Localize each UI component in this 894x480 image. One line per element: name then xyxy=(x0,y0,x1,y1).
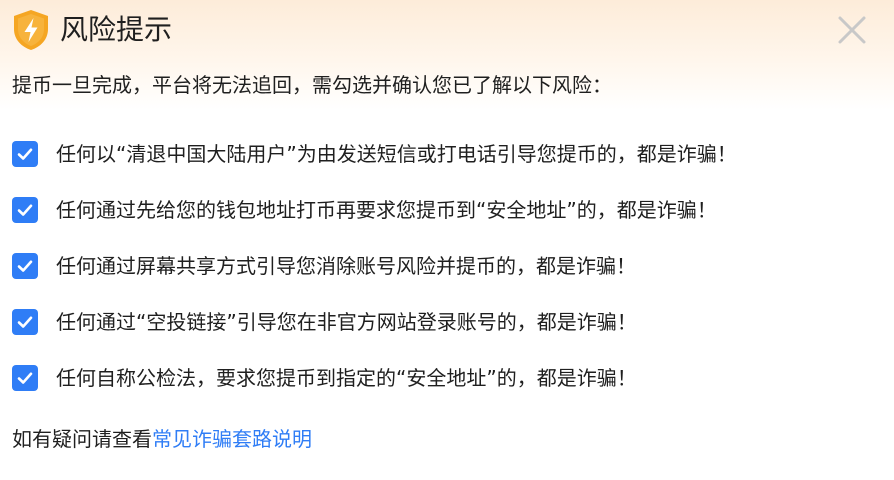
close-button[interactable] xyxy=(836,14,868,46)
risk-checkbox[interactable] xyxy=(12,365,38,391)
risk-item[interactable]: 任何通过“空投链接”引导您在非官方网站登录账号的，都是诈骗！ xyxy=(12,294,872,350)
risk-item-label: 任何通过先给您的钱包地址打币再要求您提币到“安全地址”的，都是诈骗！ xyxy=(56,198,717,222)
risk-item[interactable]: 任何自称公检法，要求您提币到指定的“安全地址”的，都是诈骗！ xyxy=(12,350,872,406)
close-icon xyxy=(838,16,866,44)
risk-intro-text: 提币一旦完成，平台将无法追回，需勾选并确认您已了解以下风险： xyxy=(12,73,612,97)
dialog-header: 风险提示 xyxy=(12,8,172,52)
risk-item-label: 任何自称公检法，要求您提币到指定的“安全地址”的，都是诈骗！ xyxy=(56,366,637,390)
checkmark-icon xyxy=(17,260,33,272)
risk-checklist: 任何以“清退中国大陆用户”为由发送短信或打电话引导您提币的，都是诈骗！ 任何通过… xyxy=(12,126,872,406)
risk-item-label: 任何通过屏幕共享方式引导您消除账号风险并提币的，都是诈骗！ xyxy=(56,254,636,278)
risk-checkbox[interactable] xyxy=(12,197,38,223)
risk-item[interactable]: 任何通过先给您的钱包地址打币再要求您提币到“安全地址”的，都是诈骗！ xyxy=(12,182,872,238)
risk-item-label: 任何通过“空投链接”引导您在非官方网站登录账号的，都是诈骗！ xyxy=(56,310,637,334)
help-text: 如有疑问请查看 xyxy=(12,427,152,451)
risk-warning-dialog: 风险提示 提币一旦完成，平台将无法追回，需勾选并确认您已了解以下风险： 任何以“… xyxy=(0,0,894,480)
checkmark-icon xyxy=(17,316,33,328)
risk-checkbox[interactable] xyxy=(12,141,38,167)
risk-item[interactable]: 任何以“清退中国大陆用户”为由发送短信或打电话引导您提币的，都是诈骗！ xyxy=(12,126,872,182)
risk-item[interactable]: 任何通过屏幕共享方式引导您消除账号风险并提币的，都是诈骗！ xyxy=(12,238,872,294)
risk-item-label: 任何以“清退中国大陆用户”为由发送短信或打电话引导您提币的，都是诈骗！ xyxy=(56,142,737,166)
shield-lightning-icon xyxy=(14,10,48,50)
checkmark-icon xyxy=(17,204,33,216)
help-footer: 如有疑问请查看常见诈骗套路说明 xyxy=(12,424,312,454)
checkmark-icon xyxy=(17,148,33,160)
checkmark-icon xyxy=(17,372,33,384)
dialog-title: 风险提示 xyxy=(60,13,173,46)
scam-patterns-link[interactable]: 常见诈骗套路说明 xyxy=(152,427,312,451)
risk-checkbox[interactable] xyxy=(12,253,38,279)
risk-checkbox[interactable] xyxy=(12,309,38,335)
